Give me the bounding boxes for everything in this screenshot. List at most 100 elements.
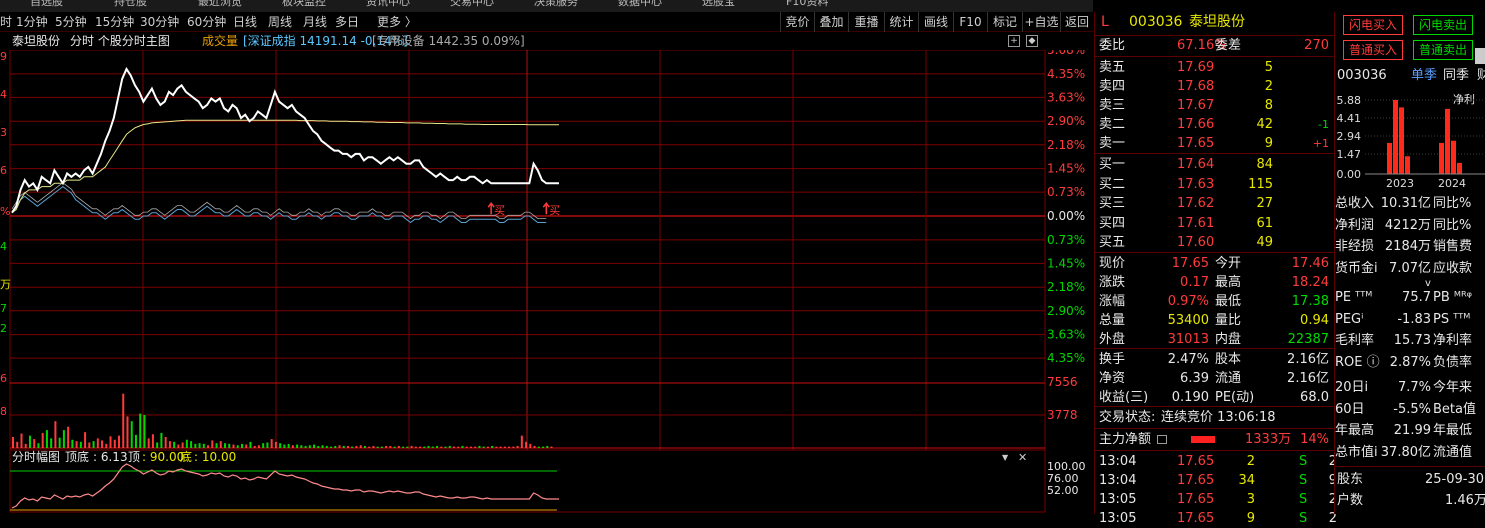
metric-label: 年最高 — [1335, 423, 1375, 438]
toolbar-button-2[interactable]: 重播 — [848, 12, 884, 32]
scroll-handle[interactable] — [1475, 48, 1485, 64]
timeframe-3[interactable]: 30分钟 — [140, 12, 179, 32]
quote-name: 泰坦股份 — [1189, 14, 1245, 30]
bid-label: 买五 — [1099, 235, 1126, 250]
metric-value: -5.5% — [1393, 401, 1431, 417]
volume-bar — [300, 445, 303, 448]
timeframe-5[interactable]: 日线 — [233, 12, 257, 32]
trade-button-3[interactable]: 普通卖出 — [1413, 40, 1473, 60]
top-tab[interactable]: F10资料 — [786, 0, 828, 12]
timeframe-7[interactable]: 月线 — [303, 12, 327, 32]
volume-bar — [41, 432, 44, 448]
toolbar-cut-label: 时 — [0, 15, 13, 29]
timeframe-9[interactable]: 更多 〉 — [377, 12, 417, 32]
volume-bar — [546, 445, 549, 448]
trade-button-0[interactable]: 闪电买入 — [1343, 15, 1403, 35]
trade-button-1[interactable]: 闪电卖出 — [1413, 15, 1473, 35]
volume-bar — [296, 444, 299, 448]
top-tab[interactable]: 交易中心 — [450, 0, 494, 12]
tick-time: 13:05 — [1099, 511, 1137, 526]
timeframe-0[interactable]: 1分钟 — [16, 12, 48, 32]
sector-overlay[interactable]: [专用设备 1442.35 0.09%] — [372, 32, 525, 50]
volume-bar — [118, 435, 121, 448]
amplitude-bottom-label: 底 — [180, 449, 192, 464]
top-tab[interactable]: 决策服务 — [534, 0, 578, 12]
timeframe-1[interactable]: 5分钟 — [55, 12, 87, 32]
volume-bar — [109, 436, 112, 448]
timeframe-8[interactable]: 多日 — [335, 12, 359, 32]
chart-plus-icon[interactable]: + — [1008, 35, 1020, 47]
intraday-chart[interactable]: 5.08% 4.35% 3.63% 2.90% 2.18% 1.45% 0.73% 0.00%… — [0, 50, 1093, 514]
volume-bar — [151, 434, 154, 448]
ask-row: 卖三 17.67 8 — [1095, 96, 1335, 115]
metric-label: Beta值 — [1433, 401, 1476, 417]
metric-label: ROE ⓘ — [1335, 354, 1380, 370]
mini-ytick: 1.47 — [1337, 148, 1362, 161]
side-panel: 闪电买入闪电卖出普通买入普通卖出 003036 单季 同季 财 净利 5.884… — [1334, 12, 1485, 514]
chart-title: 分时 个股分时主图 — [70, 34, 170, 48]
quote-code: 003036 — [1129, 14, 1183, 30]
pct-label-up: 0.73% — [1047, 185, 1085, 199]
top-tab[interactable]: 数据中心 — [618, 0, 662, 12]
bid-price: 17.62 — [1177, 196, 1215, 211]
volume-bar — [406, 446, 409, 448]
pct-label-up: 0.00% — [1047, 209, 1085, 223]
tab-finance[interactable]: 财 — [1477, 66, 1485, 86]
metric-label: 总收入 — [1335, 196, 1375, 211]
tab-single-quarter[interactable]: 单季 — [1411, 66, 1437, 86]
toolbar-button-8[interactable]: 返回 — [1060, 12, 1093, 32]
stat-value: 6.39 — [1180, 371, 1209, 386]
metric-label: 同比% — [1433, 217, 1472, 233]
stat-value: 2.47% — [1167, 352, 1209, 367]
mini-bar — [1451, 140, 1456, 174]
amplitude-close-icon: ✕ — [1018, 451, 1027, 464]
volume-bar — [330, 446, 333, 448]
amplitude-low-label: 顶底 — [65, 449, 89, 464]
volume-bar — [173, 441, 176, 448]
volume-bar — [270, 439, 273, 448]
metric-label: 20日ⅰ — [1335, 380, 1369, 395]
volume-bar — [334, 445, 337, 448]
toolbar-button-0[interactable]: 竞价 — [780, 12, 814, 32]
toolbar-button-3[interactable]: 统计 — [884, 12, 918, 32]
top-tab[interactable]: 资讯中心 — [366, 0, 410, 12]
volume-bar — [101, 440, 104, 448]
volume-label[interactable]: 成交量 — [202, 32, 238, 50]
toolbar-button-6[interactable]: 标记 — [987, 12, 1022, 32]
amplitude-scale: 52.00 — [1047, 484, 1079, 497]
stat-label: 涨幅 — [1099, 294, 1126, 309]
top-tab[interactable]: 选股宝 — [702, 0, 735, 12]
toolbar-button-5[interactable]: F10 — [953, 12, 987, 32]
volume-bar — [84, 432, 87, 448]
toolbar-button-4[interactable]: 画线 — [918, 12, 953, 32]
bid-volume: 84 — [1256, 157, 1273, 172]
volume-bar — [245, 444, 248, 448]
chart-settings-icon[interactable]: ◆ — [1026, 35, 1038, 47]
volume-bar — [313, 444, 316, 448]
volume-bar — [28, 435, 31, 448]
toolbar-button-7[interactable]: +自选 — [1022, 12, 1060, 32]
trade-button-2[interactable]: 普通买入 — [1343, 40, 1403, 60]
metric-value: 2184万 — [1384, 239, 1431, 254]
top-tab[interactable]: 板块监控 — [282, 0, 326, 12]
weibi-label: 委比 — [1099, 38, 1126, 53]
timeframe-6[interactable]: 周线 — [268, 12, 292, 32]
timeframe-2[interactable]: 15分钟 — [95, 12, 134, 32]
metric-value: 37.80亿 — [1380, 444, 1431, 460]
metric-label: PE ᵀᵀᴹ — [1335, 290, 1373, 305]
main-flow-icon[interactable] — [1157, 435, 1167, 444]
metric-label: 销售费 — [1433, 239, 1473, 254]
timeframe-4[interactable]: 60分钟 — [187, 12, 226, 32]
trade-status-label: 交易状态: — [1099, 410, 1156, 425]
top-tab[interactable]: 自选股 — [30, 0, 63, 12]
stat-label: 换手 — [1099, 352, 1126, 367]
tab-same-quarter[interactable]: 同季 — [1443, 66, 1469, 86]
mini-ytick: 5.88 — [1337, 94, 1362, 107]
top-tab[interactable]: 最近浏览 — [198, 0, 242, 12]
quarterly-profit-chart[interactable]: 5.88 4.41 2.94 1.47 0.00 2023 2024 — [1335, 88, 1485, 192]
toolbar-button-1[interactable]: 叠加 — [814, 12, 848, 32]
volume-bar — [317, 445, 320, 448]
metric-value: 75.7 — [1402, 290, 1431, 305]
top-tab[interactable]: 持仓股 — [114, 0, 147, 12]
mini-year: 2023 — [1386, 177, 1414, 190]
